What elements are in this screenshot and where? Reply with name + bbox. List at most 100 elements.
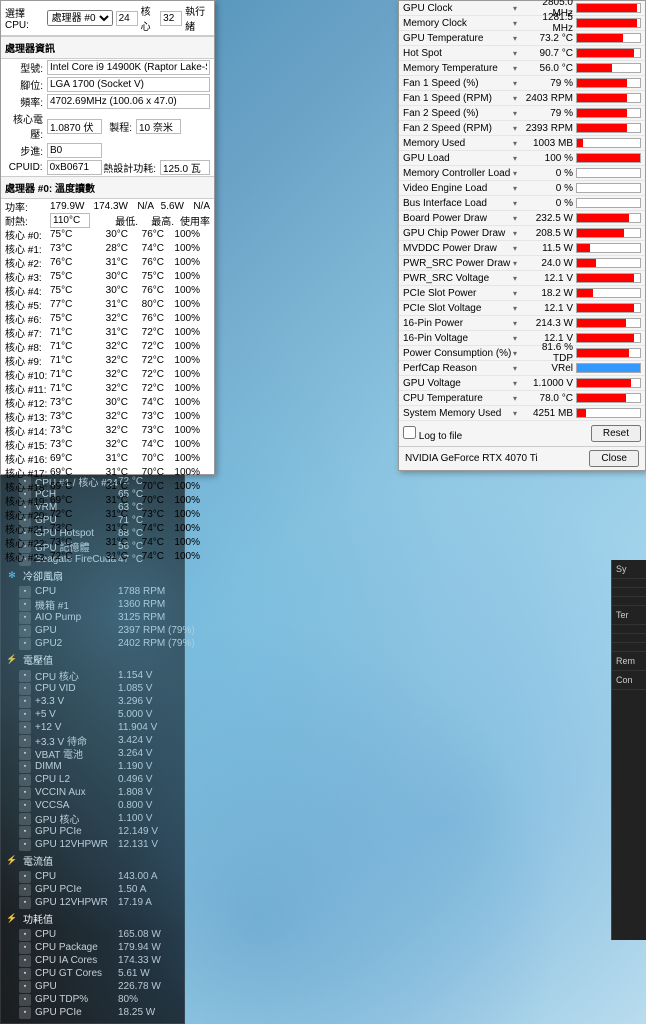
dropdown-icon[interactable]: ▾ — [513, 409, 521, 418]
monitor-item: ▪CPU GT Cores5.61 W — [1, 967, 184, 980]
dropdown-icon[interactable]: ▾ — [513, 19, 521, 28]
core-row: 核心 #0:75°C30°C76°C100% — [1, 227, 214, 241]
dropdown-icon[interactable]: ▾ — [513, 64, 521, 73]
dropdown-icon[interactable]: ▾ — [513, 274, 521, 283]
monitor-item: ▪GPU226.78 W — [1, 980, 184, 993]
monitor-item: ▪GPU TDP%80% — [1, 993, 184, 1006]
item-icon: ▪ — [19, 826, 31, 838]
dropdown-icon[interactable]: ▾ — [513, 109, 521, 118]
gpu-metric-row: Memory Temperature▾56.0 °C — [399, 61, 645, 76]
dropdown-icon[interactable]: ▾ — [513, 184, 521, 193]
dropdown-icon[interactable]: ▾ — [513, 364, 521, 373]
monitor-item: ▪AIO Pump3125 RPM — [1, 611, 184, 624]
monitor-item: ▪GPU PCIe1.50 A — [1, 883, 184, 896]
dropdown-icon[interactable]: ▾ — [513, 34, 521, 43]
dark-panel-item[interactable]: Con — [612, 671, 646, 690]
tdp-value[interactable] — [160, 160, 210, 175]
dropdown-icon[interactable]: ▾ — [513, 139, 521, 148]
dropdown-icon[interactable]: ▾ — [513, 214, 521, 223]
dropdown-icon[interactable]: ▾ — [513, 229, 521, 238]
cpu-info-section-title: 處理器資訊 — [1, 36, 214, 59]
monitor-item: ▪CPU VID1.085 V — [1, 682, 184, 695]
dark-panel-item[interactable] — [612, 597, 646, 606]
dark-panel-item[interactable] — [612, 579, 646, 588]
dropdown-icon[interactable]: ▾ — [513, 379, 521, 388]
item-icon: ▪ — [19, 897, 31, 909]
core-row: 核心 #10:71°C32°C72°C100% — [1, 367, 214, 381]
dark-panel-item[interactable] — [612, 634, 646, 643]
monitor-item: ▪GPU PCIe18.25 W — [1, 1006, 184, 1019]
core-row: 核心 #23:72°C31°C74°C100% — [1, 549, 214, 563]
dropdown-icon[interactable]: ▾ — [513, 349, 521, 358]
item-icon: ▪ — [19, 929, 31, 941]
log-checkbox[interactable] — [403, 426, 416, 439]
dark-panel-item[interactable] — [612, 643, 646, 652]
gpu-sensor-panel: GPU Clock▾2805.0 MHzMemory Clock▾1281.5 … — [398, 0, 646, 471]
core-row: 核心 #16:69°C31°C70°C100% — [1, 451, 214, 465]
dropdown-icon[interactable]: ▾ — [513, 94, 521, 103]
socket-value[interactable] — [47, 77, 210, 92]
dark-panel-item[interactable] — [612, 588, 646, 597]
gpu-metric-row: GPU Temperature▾73.2 °C — [399, 31, 645, 46]
monitor-item: ▪GPU 12VHPWR12.131 V — [1, 838, 184, 851]
freq-value[interactable] — [47, 94, 210, 109]
step-label: 步進: — [5, 143, 43, 158]
cores-input[interactable] — [116, 11, 138, 26]
tjmax-input[interactable] — [50, 213, 90, 228]
dropdown-icon[interactable]: ▾ — [513, 199, 521, 208]
reset-button[interactable]: Reset — [591, 425, 641, 442]
dropdown-icon[interactable]: ▾ — [513, 289, 521, 298]
threads-input[interactable] — [160, 11, 182, 26]
cpuid-label: CPUID: — [5, 162, 43, 173]
step-value[interactable] — [47, 143, 102, 158]
model-value[interactable] — [47, 60, 210, 75]
item-icon: ▪ — [19, 683, 31, 695]
item-icon: ▪ — [19, 638, 31, 650]
dark-panel-item[interactable]: Ter — [612, 606, 646, 625]
freq-label: 頻率: — [5, 94, 43, 109]
gpu-metric-row: Bus Interface Load▾0 % — [399, 196, 645, 211]
cpuid-value[interactable] — [47, 160, 102, 175]
item-icon: ▪ — [19, 722, 31, 734]
gpu-metric-row: 16-Pin Power▾214.3 W — [399, 316, 645, 331]
dropdown-icon[interactable]: ▾ — [513, 154, 521, 163]
gpu-footer: Log to file Reset — [399, 421, 645, 446]
item-icon: ▪ — [19, 813, 31, 825]
dropdown-icon[interactable]: ▾ — [513, 304, 521, 313]
core-row: 核心 #20:72°C31°C73°C100% — [1, 507, 214, 521]
item-icon: ▪ — [19, 748, 31, 760]
dark-panel-item[interactable]: Sy — [612, 560, 646, 579]
dropdown-icon[interactable]: ▾ — [513, 244, 521, 253]
gpu-metric-row: MVDDC Power Draw▾11.5 W — [399, 241, 645, 256]
monitor-item: ▪+3.3 V 待命3.424 V — [1, 734, 184, 747]
dropdown-icon[interactable]: ▾ — [513, 319, 521, 328]
group-title: ⚡電流值 — [1, 851, 184, 870]
log-checkbox-label[interactable]: Log to file — [403, 426, 462, 442]
close-button[interactable]: Close — [589, 450, 639, 467]
vcore-value[interactable] — [47, 119, 102, 134]
dropdown-icon[interactable]: ▾ — [513, 124, 521, 133]
dark-panel-item[interactable] — [612, 625, 646, 634]
cpu-selector-dropdown[interactable]: 處理器 #0 — [47, 10, 113, 26]
dropdown-icon[interactable]: ▾ — [513, 334, 521, 343]
item-icon: ▪ — [19, 994, 31, 1006]
item-icon: ▪ — [19, 586, 31, 598]
monitor-item: ▪機箱 #11360 RPM — [1, 598, 184, 611]
item-icon: ▪ — [19, 839, 31, 851]
dropdown-icon[interactable]: ▾ — [513, 4, 521, 13]
item-icon: ▪ — [19, 800, 31, 812]
dropdown-icon[interactable]: ▾ — [513, 169, 521, 178]
dropdown-icon[interactable]: ▾ — [513, 49, 521, 58]
core-row: 核心 #19:69°C31°C70°C100% — [1, 493, 214, 507]
group-title: ⚡電壓值 — [1, 650, 184, 669]
gpu-metric-row: PCIe Slot Power▾18.2 W — [399, 286, 645, 301]
core-row: 核心 #11:71°C32°C72°C100% — [1, 381, 214, 395]
dark-panel-item[interactable]: Rem — [612, 652, 646, 671]
process-value[interactable] — [136, 119, 181, 134]
hdr-max: 最高. — [138, 213, 174, 228]
dropdown-icon[interactable]: ▾ — [513, 79, 521, 88]
dropdown-icon[interactable]: ▾ — [513, 259, 521, 268]
gpu-metric-row: GPU Load▾100 % — [399, 151, 645, 166]
dropdown-icon[interactable]: ▾ — [513, 394, 521, 403]
gpu-metric-row: Video Engine Load▾0 % — [399, 181, 645, 196]
